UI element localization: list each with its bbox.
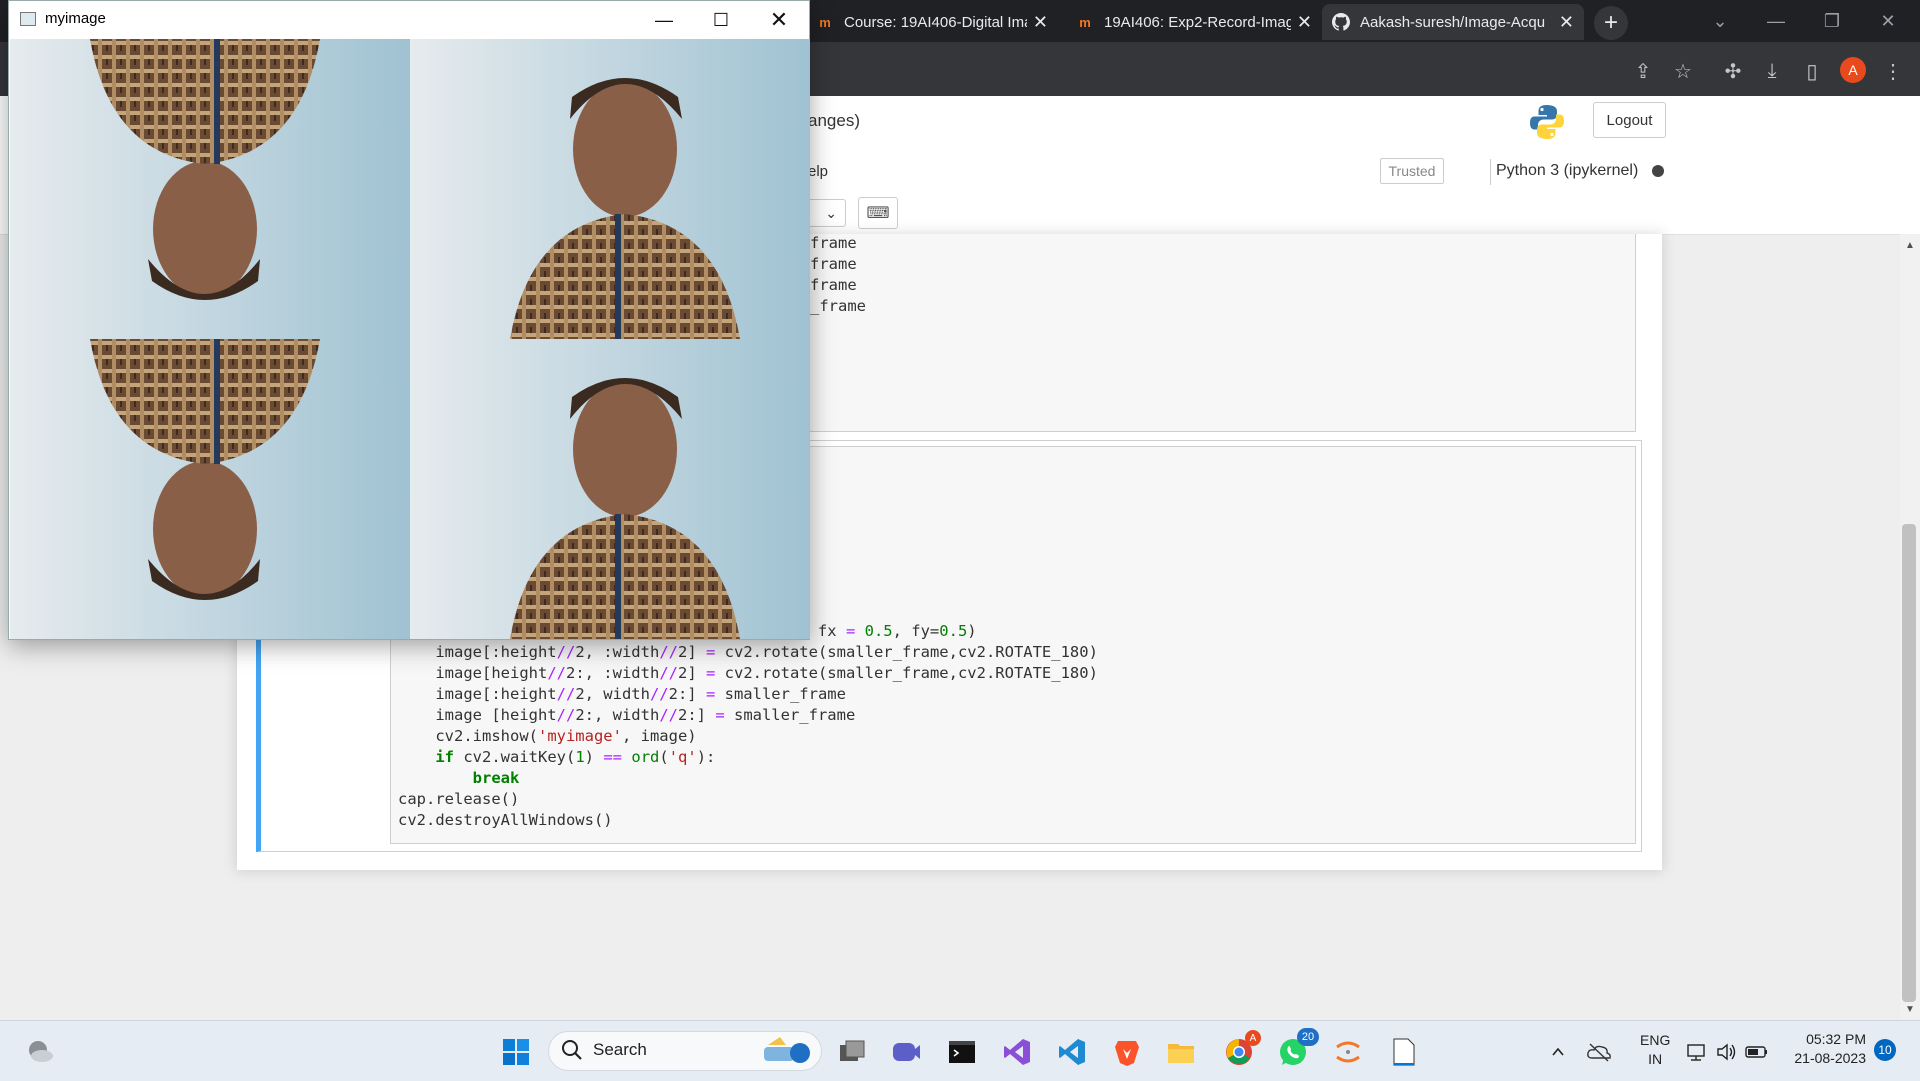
code-line: cap.release() <box>398 790 520 808</box>
tab-exp2[interactable]: m 19AI406: Exp2-Record-Imag ✕ <box>1066 4 1322 40</box>
scrollbar-thumb[interactable] <box>1902 524 1916 1002</box>
clock-time: 05:32 PM <box>1806 1031 1866 1047</box>
github-icon <box>1332 13 1350 31</box>
kernel-status-icon <box>1652 165 1664 177</box>
tab-title: Course: 19AI406-Digital Ima <box>844 13 1027 31</box>
notification-count-badge[interactable]: 10 <box>1874 1039 1896 1061</box>
kernel-divider <box>1490 159 1491 185</box>
clock-date: 21-08-2023 <box>1794 1050 1866 1066</box>
search-highlight-icon[interactable] <box>760 1033 812 1069</box>
moodle-icon: m <box>1079 14 1091 30</box>
vscode-icon[interactable] <box>1054 1034 1090 1070</box>
share-icon[interactable]: ⇪ <box>1628 56 1658 86</box>
code-line: _frame <box>810 297 866 315</box>
python-logo-icon <box>1528 103 1566 141</box>
code-line: frame <box>810 276 857 294</box>
onedrive-offline-icon[interactable] <box>1584 1034 1614 1070</box>
terminal-icon[interactable] <box>944 1034 980 1070</box>
profile-avatar[interactable]: A <box>1840 57 1866 83</box>
code-line: image[:height//2, width//2:] = smaller_f… <box>398 685 846 703</box>
keyboard-shortcuts-button[interactable]: ⌨ <box>858 197 898 229</box>
tab-title: Aakash-suresh/Image-Acqu <box>1360 13 1546 31</box>
teams-chat-icon[interactable] <box>888 1034 924 1070</box>
menu-kebab-icon[interactable]: ⋮ <box>1878 56 1908 86</box>
tab-title: 19AI406: Exp2-Record-Imag <box>1104 13 1291 31</box>
file-explorer-icon[interactable] <box>1163 1034 1199 1070</box>
code-line: cv2.imshow('myimage', image) <box>398 727 697 745</box>
brave-icon[interactable] <box>1109 1034 1145 1070</box>
close-tab-icon[interactable]: ✕ <box>1033 12 1048 33</box>
moodle-icon: m <box>819 14 831 30</box>
tab-search-icon[interactable]: ⌄ <box>1692 0 1748 42</box>
trusted-indicator[interactable]: Trusted <box>1380 158 1444 184</box>
language-code: ENG <box>1640 1032 1671 1048</box>
frame-top-right <box>410 39 810 339</box>
visual-studio-icon[interactable] <box>999 1034 1035 1070</box>
search-label: Search <box>593 1040 647 1059</box>
rotated-frame-top-left <box>10 39 410 339</box>
chevron-down-icon: ⌄ <box>825 204 837 221</box>
tab-course[interactable]: m Course: 19AI406-Digital Ima ✕ <box>806 4 1058 40</box>
notepad-icon[interactable] <box>1385 1034 1421 1070</box>
minimize-icon[interactable]: — <box>636 2 692 38</box>
code-line: image[height//2:, :width//2] = cv2.rotat… <box>398 664 1098 682</box>
window-title: myimage <box>45 10 106 27</box>
keyboard-icon: ⌨ <box>866 205 890 222</box>
download-icon[interactable]: ⤓ <box>1757 56 1787 86</box>
scroll-down-icon[interactable]: ▼ <box>1902 1002 1918 1016</box>
code-line: if cv2.waitKey(1) == ord('q'): <box>435 748 716 766</box>
side-panel-icon[interactable]: ▯ <box>1797 56 1827 86</box>
code-line: frame <box>810 255 857 273</box>
whatsapp-badge: 20 <box>1297 1028 1319 1046</box>
battery-icon[interactable] <box>1744 1034 1770 1070</box>
rotated-frame-bottom-left <box>10 339 410 639</box>
search-icon <box>560 1038 584 1062</box>
notebook-title[interactable]: anges) <box>808 111 860 131</box>
scroll-up-icon[interactable]: ▲ <box>1902 238 1918 252</box>
kernel-name[interactable]: Python 3 (ipykernel) <box>1496 162 1638 180</box>
windows-start-icon[interactable] <box>498 1034 534 1070</box>
code-line: image[:height//2, :width//2] = cv2.rotat… <box>398 643 1098 661</box>
new-tab-button[interactable]: + <box>1594 6 1628 40</box>
close-icon[interactable]: ✕ <box>751 2 807 38</box>
window-app-icon <box>20 12 36 26</box>
restore-icon[interactable]: ❐ <box>1804 0 1860 42</box>
clock[interactable]: 05:32 PM 21-08-2023 <box>1786 1030 1866 1068</box>
code-line: image [height//2:, width//2:] = smaller_… <box>398 706 856 724</box>
close-tab-icon[interactable]: ✕ <box>1297 12 1312 33</box>
close-icon[interactable]: ✕ <box>1860 0 1916 42</box>
code-line: frame <box>810 234 857 252</box>
logout-button[interactable]: Logout <box>1593 102 1666 138</box>
close-tab-icon[interactable]: ✕ <box>1559 12 1574 33</box>
frame-bottom-right <box>410 339 810 639</box>
maximize-icon[interactable]: ☐ <box>693 2 749 38</box>
extensions-icon[interactable]: ✣ <box>1718 56 1748 86</box>
weather-icon[interactable] <box>22 1034 58 1070</box>
region-code: IN <box>1648 1051 1663 1067</box>
whatsapp-icon[interactable]: 20 <box>1275 1028 1319 1070</box>
bookmark-star-icon[interactable]: ☆ <box>1668 56 1698 86</box>
language-indicator[interactable]: ENG IN <box>1640 1031 1670 1069</box>
chrome-icon[interactable]: A <box>1221 1030 1261 1070</box>
chrome-profile-badge: A <box>1245 1030 1261 1046</box>
jupyter-app-icon[interactable] <box>1330 1034 1366 1070</box>
task-view-icon[interactable] <box>834 1034 870 1070</box>
network-icon[interactable] <box>1684 1034 1710 1070</box>
tab-github[interactable]: Aakash-suresh/Image-Acqu ✕ <box>1322 4 1584 40</box>
code-line: break <box>472 769 520 787</box>
webcam-image-grid <box>10 39 810 639</box>
minimize-icon[interactable]: — <box>1748 0 1804 42</box>
volume-icon[interactable] <box>1714 1034 1740 1070</box>
code-line: cv2.destroyAllWindows() <box>398 811 613 829</box>
menu-help[interactable]: elp <box>808 163 828 180</box>
chevron-up-icon[interactable] <box>1546 1034 1570 1070</box>
